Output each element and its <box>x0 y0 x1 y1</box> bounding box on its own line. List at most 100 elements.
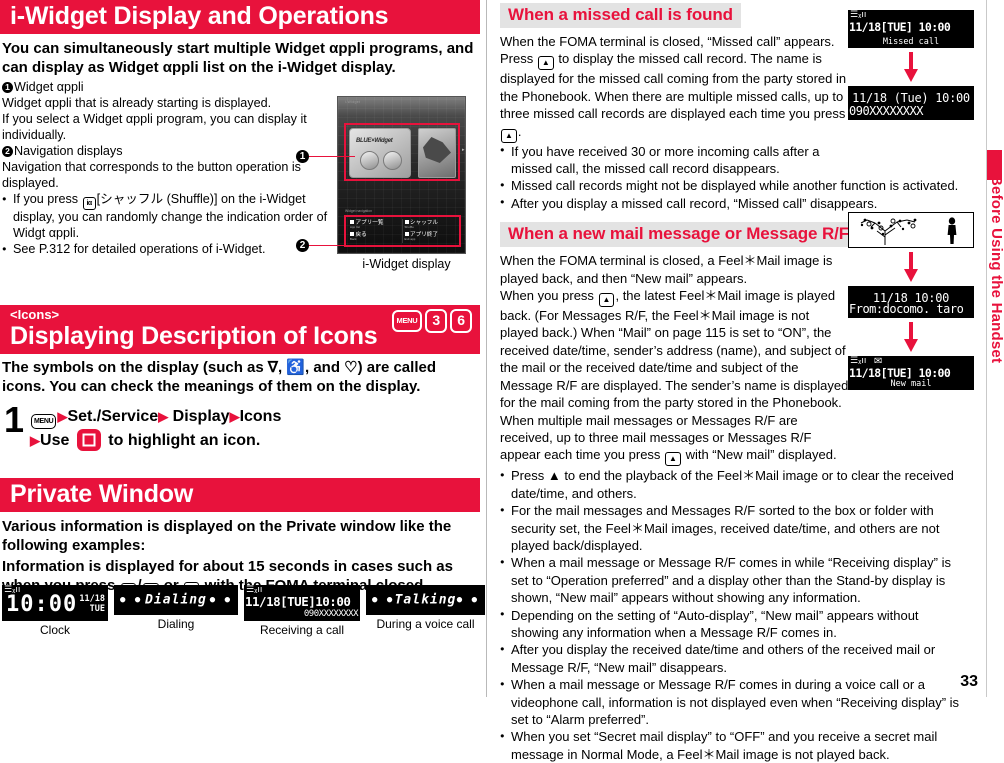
up-key-icon[interactable]: ▲ <box>598 293 615 308</box>
feel-mail-image <box>848 212 974 248</box>
arrow-icon: ▶ <box>229 408 240 424</box>
private-window-text1: Various information is displayed on the … <box>2 518 452 554</box>
clock-time: 10:00 <box>6 592 78 617</box>
section-title-private-window: Private Window <box>0 478 480 513</box>
i-widget-body: 1 Widget αppli Widget αppli that is alrea… <box>2 80 332 258</box>
widget-nav-title: Widget navigation <box>345 209 372 213</box>
missed-call-body-wide: Missed call records might not be display… <box>500 177 962 212</box>
up-key-icon[interactable]: ▲ <box>501 128 517 143</box>
square-icon <box>350 232 354 236</box>
callout-2-leader <box>309 244 355 247</box>
step-1-line-1: MENU ▶Set./Service▶ Display▶Icons <box>30 407 281 429</box>
nav-cell-exit-app[interactable]: アプリ終了 Exit app <box>403 231 458 243</box>
missed-call-bullet-1: If you have received 30 or more incoming… <box>500 143 850 178</box>
i-widget-bullet-shuffle: If you press iα[シャッフル (Shuffle)] on the … <box>2 192 332 242</box>
new-mail-bullets: Press ▲ to end the playback of the Feel＊… <box>500 467 966 763</box>
lcd-mail-detail: 11/18 10:00 From:docomo. taro <box>848 286 974 318</box>
section-title-i-widget: i-Widget Display and Operations <box>0 0 480 35</box>
receiving-number: 090XXXXXXXX <box>303 609 359 619</box>
tree-illustration-icon <box>860 218 917 245</box>
callout-1-leader <box>309 155 355 158</box>
widget-navigation-highlight: アプリ一覧 App list シャッフル Shuffle 戻る Back アプリ… <box>344 215 461 247</box>
menu-key-badge[interactable]: MENU <box>391 309 423 333</box>
i-widget-screen: i-Widget BLUE×Widget ▸ Widget navigation <box>337 96 466 254</box>
missed-call-body: When the FOMA terminal is closed, “Misse… <box>500 33 850 177</box>
edge-tab-label: Before Using the Handset <box>988 175 1004 364</box>
receiving-datetime: 11/18[TUE]10:00 <box>245 594 351 609</box>
clock-date: 11/18 TUE <box>79 594 105 614</box>
circle-number-2: 2 <box>2 145 13 157</box>
missed-call-record-number: 090XXXXXXXX <box>849 104 923 118</box>
new-mail-paragraph-b: When you press ▲, the latest Feel＊Mail i… <box>500 287 850 467</box>
widget-tile-primary[interactable]: BLUE×Widget <box>349 128 411 178</box>
subsection-title-missed-call: When a missed call is found <box>500 3 741 28</box>
arrow-down-icon <box>848 322 974 352</box>
private-window-example-talking: ● ● Talking ● ● During a voice call <box>366 585 485 637</box>
edge-tab: Before Using the Handset <box>986 0 1004 697</box>
page-number: 33 <box>960 673 978 690</box>
status-icons: ☰ᵪıı <box>850 10 867 20</box>
shuffle-icon <box>404 220 409 224</box>
lcd-clock: ☰ᵪıı 10:00 11/18 TUE <box>2 585 108 621</box>
private-window-example-receiving: ☰ᵪıı 11/18[TUE]10:00 090XXXXXXXX Receivi… <box>244 585 360 637</box>
key-6-badge[interactable]: 6 <box>450 309 472 333</box>
widget-scroll-marker-icon: ▸ <box>462 147 465 153</box>
menu-key-icon[interactable]: MENU <box>31 413 57 429</box>
arrow-icon: ▶ <box>57 408 68 424</box>
new-mail-body: When the FOMA terminal is closed, a Feel… <box>500 252 850 467</box>
i-widget-item2-text1: Navigation that corresponds to the butto… <box>2 159 301 190</box>
missed-call-record-datetime: 11/18 (Tue) 10:00 <box>852 91 970 105</box>
new-mail-paragraph-a: When the FOMA terminal is closed, a Feel… <box>500 253 833 286</box>
icon-sample-2: ♿ <box>286 359 305 377</box>
arrow-icon: ▶ <box>30 432 41 448</box>
step-1-number: 1 <box>4 398 25 440</box>
arrow-icon: ▶ <box>158 408 169 424</box>
arrow-down-icon <box>848 52 974 82</box>
new-mail-bullet-1: Press ▲ to end the playback of the Feel＊… <box>500 467 966 502</box>
arrow-down-icon <box>848 252 974 282</box>
icon-sample-1: ∇ <box>267 359 278 377</box>
up-key-icon[interactable]: ▲ <box>537 56 554 71</box>
icons-lead: The symbols on the display (such as ∇, ♿… <box>2 359 436 395</box>
widget-appli-list-highlight[interactable]: BLUE×Widget <box>344 123 460 181</box>
lcd-talking: ● ● Talking ● ● <box>366 585 485 615</box>
dots-right-icon: ● ● <box>456 595 479 605</box>
widget-navigation-grid: アプリ一覧 App list シャッフル Shuffle 戻る Back アプリ… <box>348 219 457 243</box>
lcd-new-mail-notice: ☰ᵪıı ✉ 11/18[TUE] 10:00 New mail <box>848 356 974 390</box>
column-divider <box>486 0 487 697</box>
i-widget-figure-caption: i-Widget display <box>362 257 451 271</box>
new-mail-lcd-sequence: 11/18 10:00 From:docomo. taro ☰ᵪıı ✉ 11/… <box>848 212 974 390</box>
missed-call-datetime: 11/18[TUE] 10:00 <box>849 20 951 34</box>
new-mail-bullet-3: When a mail message or Message R/F comes… <box>500 554 966 606</box>
new-mail-datetime: 11/18[TUE] 10:00 <box>849 366 951 380</box>
new-mail-bullet-5: After you display the received date/time… <box>500 641 966 676</box>
callout-2: 2 <box>296 239 355 252</box>
lcd-missed-call-record: 11/18 (Tue) 10:00 090XXXXXXXX <box>848 86 974 120</box>
widget-tile-secondary[interactable] <box>418 128 456 178</box>
step-1-line-2: ▶Use to highlight an icon. <box>30 428 281 451</box>
new-mail-bullet-4: Depending on the setting of “Auto-displa… <box>500 607 966 642</box>
nav-cell-shuffle[interactable]: シャッフル Shuffle <box>403 219 458 231</box>
widget-knob-left-icon <box>360 151 379 170</box>
step-1: 1 MENU ▶Set./Service▶ Display▶Icons ▶Use … <box>4 398 478 451</box>
key-3-badge[interactable]: 3 <box>425 309 448 333</box>
i-widget-item2-label: 2 Navigation displays <box>2 144 332 160</box>
i-widget-item1-label: 1 Widget αppli <box>2 80 332 96</box>
callout-2-marker: 2 <box>296 239 309 252</box>
nav-cell-back[interactable]: 戻る Back <box>348 231 403 243</box>
i-widget-lead: You can simultaneously start multiple Wi… <box>2 40 474 76</box>
dots-right-icon: ● ● <box>209 595 232 605</box>
lcd-receiving: ☰ᵪıı 11/18[TUE]10:00 090XXXXXXXX <box>244 585 360 621</box>
widget-tile-graphic <box>423 137 451 163</box>
new-mail-bullet-2: For the mail messages and Messages R/F s… <box>500 502 966 554</box>
new-mail-bullet-7: When you set “Secret mail display” to “O… <box>500 728 966 763</box>
i-widget-item1-text2: If you select a Widget αppli program, yo… <box>2 111 307 142</box>
nav-cell-app-list[interactable]: アプリ一覧 App list <box>348 219 403 231</box>
multi-cursor-key-icon[interactable] <box>76 428 101 451</box>
private-window-examples: ☰ᵪıı 10:00 11/18 TUE Clock ● ● Dialing ●… <box>2 585 485 637</box>
square-icon <box>350 220 354 224</box>
circle-number-1: 1 <box>2 81 13 93</box>
screen-top-label: i-Widget <box>345 100 361 104</box>
square-icon <box>404 232 409 236</box>
up-key-icon[interactable]: ▲ <box>665 452 681 467</box>
